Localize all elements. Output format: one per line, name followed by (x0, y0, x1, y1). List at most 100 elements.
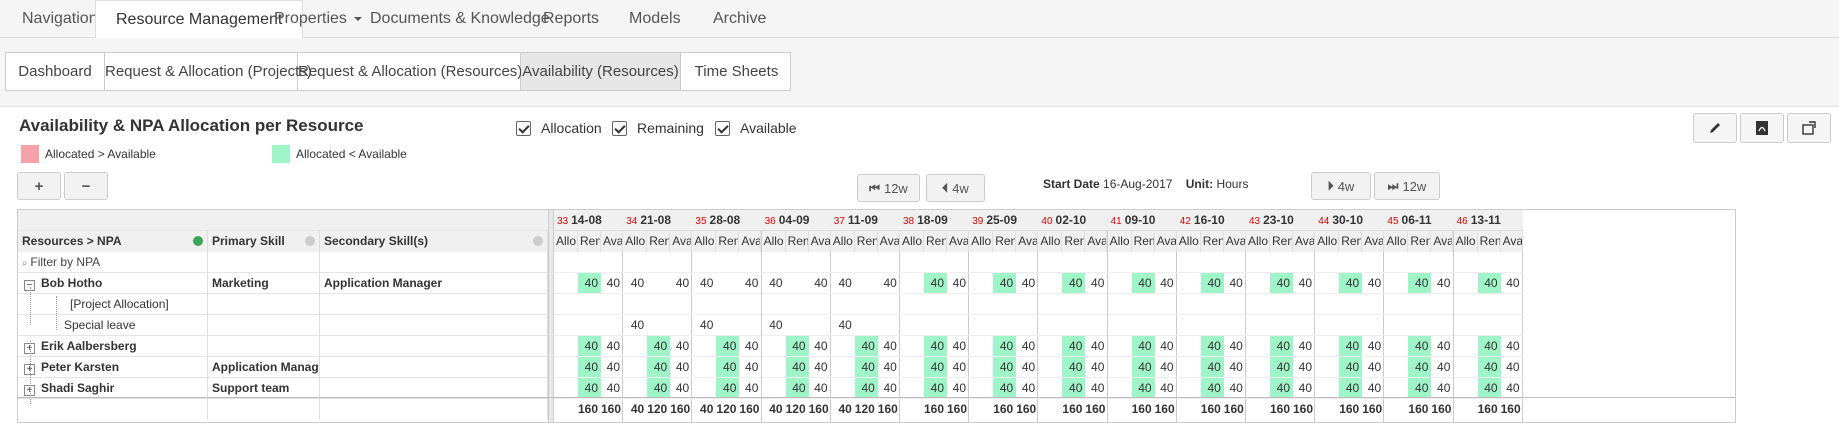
week-header[interactable]: 38 18-09 (900, 210, 970, 231)
week-header[interactable]: 41 09-10 (1107, 210, 1177, 231)
resource-name-cell[interactable]: [Project Allocation] (18, 294, 208, 315)
total-cell: 40 (700, 402, 714, 416)
checkbox-label: Available (740, 120, 797, 136)
value-cell (1384, 294, 1409, 315)
filter-by-npa-input[interactable]: ⌕ Filter by NPA (18, 252, 208, 273)
week-header[interactable]: 43 23-10 (1246, 210, 1316, 231)
week-date: 11-09 (847, 213, 878, 227)
resource-name-cell[interactable]: − Bob Hotho (18, 273, 208, 294)
resource-name-cell[interactable]: Special leave (18, 315, 208, 336)
week-header[interactable]: 39 25-09 (969, 210, 1039, 231)
week-header[interactable]: 37 11-09 (830, 210, 900, 231)
week-header[interactable]: 46 13-11 (1453, 210, 1523, 231)
tree-column-headers: Resources > NPA Primary Skill Secondary Sk… (18, 231, 548, 252)
column-header-primary-skill[interactable]: Primary Skill (208, 231, 320, 252)
week-header[interactable]: 44 30-10 (1315, 210, 1385, 231)
value-cell (1085, 315, 1108, 336)
week-column: 34 21-08 Allo Ren Ava 40 40 40 40 40 40 40 40 40 40 120… (623, 210, 693, 422)
table-row[interactable]: + Erik Aalbersberg (18, 336, 548, 357)
forward-12-weeks-button[interactable]: ⏭ 12w (1374, 172, 1440, 200)
subcolumn-header: Ren (1339, 231, 1363, 252)
table-row[interactable]: + Peter Karsten Application Manag (18, 357, 548, 378)
sub-tab-time-sheets[interactable]: Time Sheets (681, 53, 792, 90)
value-cell: 40 (1362, 378, 1385, 399)
value-cell (623, 378, 648, 399)
resource-name-cell[interactable]: + Shadi Saghir (18, 378, 208, 399)
value-cell (1246, 294, 1270, 315)
filter-cell-empty (320, 252, 548, 273)
total-cell: 160 (1016, 402, 1037, 416)
value-cell (830, 378, 855, 399)
value-cell (900, 357, 924, 378)
subcolumn-header: Ren (578, 231, 601, 252)
week-header[interactable]: 42 16-10 (1176, 210, 1246, 231)
filter-placeholder: Filter by NPA (30, 255, 101, 269)
sort-icon[interactable] (305, 236, 315, 246)
export-pdf-button[interactable] (1740, 113, 1784, 143)
sort-icon[interactable] (193, 236, 203, 246)
table-row[interactable]: Special leave (18, 315, 548, 336)
export-image-button[interactable] (1787, 113, 1831, 143)
top-tab-models[interactable]: Models (609, 0, 701, 38)
legend-label: Allocated < Available (296, 147, 407, 161)
week-header[interactable]: 34 21-08 (623, 210, 693, 231)
sub-tab-request-allocation-projects[interactable]: Request & Allocation (Projects) (105, 53, 312, 90)
unit-label: Unit: (1185, 177, 1214, 191)
value-cell (623, 357, 648, 378)
week-date: 02-10 (1055, 213, 1087, 227)
column-header-resources[interactable]: Resources > NPA (18, 231, 208, 252)
value-cell: 40 (1270, 378, 1293, 399)
column-header-secondary-skills[interactable]: Secondary Skill(s) (320, 231, 548, 252)
table-row[interactable]: − Bob Hotho Marketing Application Manager (18, 273, 548, 294)
allocation-checkbox[interactable]: Allocation (516, 120, 602, 136)
total-cell (1177, 399, 1201, 420)
forward-4-weeks-button[interactable]: ⏵ 4w (1311, 172, 1371, 200)
value-cell: 40 (1339, 336, 1363, 357)
sub-tab-dashboard[interactable]: Dashboard (6, 53, 105, 90)
checkbox-checked-icon (715, 121, 730, 136)
available-checkbox[interactable]: Available (715, 120, 797, 136)
edit-button[interactable] (1693, 113, 1737, 143)
week-header[interactable]: 33 14-08 (554, 210, 624, 231)
total-cell (1315, 399, 1339, 420)
value-cell: 40 (924, 357, 947, 378)
back-12-weeks-button[interactable]: ⏮ 12w (857, 174, 920, 202)
week-header[interactable]: 45 06-11 (1384, 210, 1454, 231)
table-row[interactable]: [Project Allocation] (18, 294, 548, 315)
total-cell: 160 (1062, 402, 1083, 416)
sub-tab-availability-resources[interactable]: Availability (Resources) (521, 53, 681, 90)
week-header[interactable]: 35 28-08 (692, 210, 762, 231)
remaining-checkbox[interactable]: Remaining (612, 120, 704, 136)
value-cell: 40 (1223, 357, 1246, 378)
value-cell: 40 (1062, 378, 1086, 399)
value-cell (1270, 315, 1293, 336)
week-number: 35 (695, 216, 707, 227)
value-cell: 40 (647, 336, 671, 357)
week-number: 46 (1456, 216, 1468, 227)
value-cell (969, 357, 994, 378)
week-header[interactable]: 36 04-09 (761, 210, 831, 231)
total-cell: 120 (647, 402, 668, 416)
value-cell (1246, 378, 1270, 399)
value-cell: 40 (947, 336, 969, 357)
value-cell: 40 (1362, 336, 1385, 357)
value-cell (854, 273, 878, 294)
expand-all-button[interactable]: + (17, 172, 61, 200)
top-tab-archive[interactable]: Archive (693, 0, 786, 38)
button-label: 12w (1402, 178, 1427, 194)
sort-icon[interactable] (533, 236, 543, 246)
week-header[interactable]: 40 02-10 (1038, 210, 1108, 231)
sub-tab-request-allocation-resources[interactable]: Request & Allocation (Resources) (298, 53, 522, 90)
resource-name-cell[interactable]: + Erik Aalbersberg (18, 336, 208, 357)
value-cell (1200, 294, 1224, 315)
value-cell: 40 (808, 336, 831, 357)
top-tab-reports[interactable]: Reports (523, 0, 619, 38)
collapse-all-button[interactable]: − (64, 172, 108, 200)
week-number: 37 (833, 216, 845, 227)
value-cell (1016, 294, 1039, 315)
table-row[interactable]: + Shadi Saghir Support team (18, 378, 548, 399)
value-cell (716, 273, 740, 294)
value-cell (623, 294, 648, 315)
back-4-weeks-button[interactable]: ⏴ 4w (926, 174, 985, 202)
resource-name-cell[interactable]: + Peter Karsten (18, 357, 208, 378)
